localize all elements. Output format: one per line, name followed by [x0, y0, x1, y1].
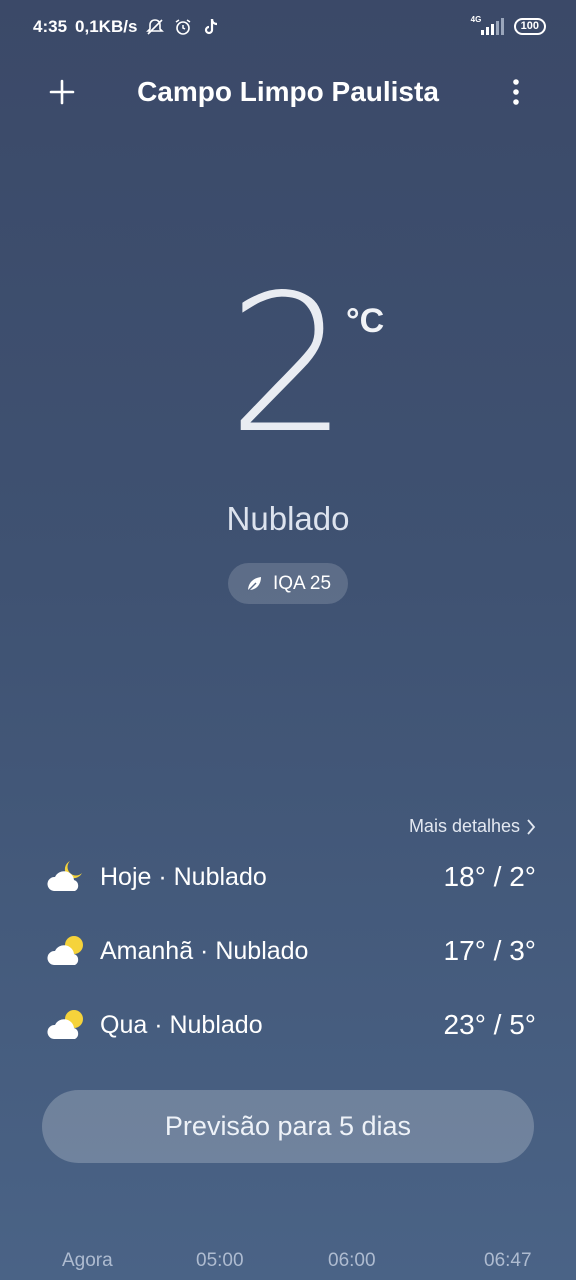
network-type: 4G	[470, 15, 482, 24]
tiktok-icon	[201, 17, 221, 37]
hourly-timeline: Agora 05:00 06:00 06:47	[0, 1250, 576, 1280]
status-bar: 4:35 0,1KB/s 4G 100	[0, 0, 576, 56]
forecast-temps: 23° / 5°	[443, 1009, 536, 1040]
notifications-off-icon	[145, 17, 165, 37]
aqi-label: IQA 25	[272, 572, 332, 594]
hour-label: Agora	[62, 1250, 113, 1271]
battery-indicator: 100	[513, 17, 546, 35]
forecast-temps: 17° / 3°	[443, 935, 536, 966]
forecast-label: Qua · Nublado	[100, 1010, 263, 1039]
hour-label: 06:47	[484, 1250, 532, 1271]
forecast-row-wednesday[interactable]: Qua · Nublado 23° / 5°	[44, 1000, 536, 1050]
forecast-row-tomorrow[interactable]: Amanhã · Nublado 17° / 3°	[44, 926, 536, 976]
current-condition: Nublado	[226, 500, 350, 537]
forecast-label: Hoje · Nublado	[100, 862, 267, 891]
hour-label: 05:00	[196, 1250, 244, 1271]
status-time: 4:35	[33, 17, 68, 36]
app-header: Campo Limpo Paulista	[0, 62, 576, 122]
forecast-temps: 18° / 2°	[443, 861, 536, 892]
sun-cloud-icon	[47, 1010, 83, 1039]
city-title: Campo Limpo Paulista	[137, 76, 439, 107]
more-options-button[interactable]	[502, 74, 530, 110]
more-vertical-icon	[513, 79, 519, 105]
signal-icon: 4G	[470, 15, 504, 35]
leaf-icon	[247, 576, 261, 591]
current-temperature: 2	[227, 254, 349, 475]
temperature-unit: °C	[346, 302, 385, 340]
chevron-right-icon	[527, 818, 536, 835]
status-net-speed: 0,1KB/s	[75, 17, 138, 36]
aqi-badge[interactable]: IQA 25	[228, 563, 348, 604]
forecast-label: Amanhã · Nublado	[100, 936, 309, 965]
more-details-link[interactable]: Mais detalhes	[409, 816, 536, 837]
forecast-row-today[interactable]: Hoje · Nublado 18° / 2°	[44, 852, 536, 902]
more-details-label: Mais detalhes	[408, 816, 520, 836]
sun-cloud-icon	[47, 936, 83, 965]
moon-cloud-icon	[47, 861, 82, 891]
five-day-forecast-button[interactable]: Previsão para 5 dias	[42, 1090, 534, 1163]
alarm-icon	[173, 17, 193, 37]
hour-label: 06:00	[328, 1250, 376, 1271]
